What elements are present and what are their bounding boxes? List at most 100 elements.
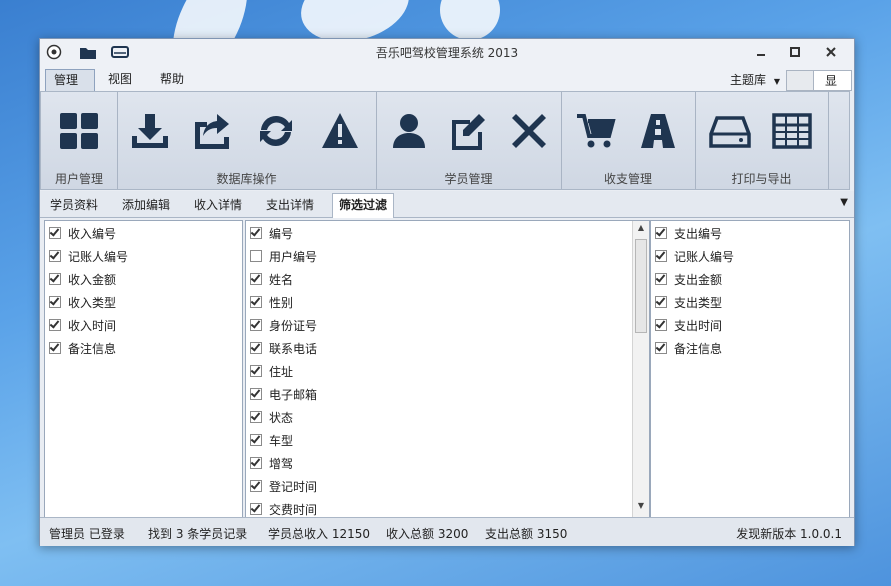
scrollbar[interactable]: ▲ ▼ [632, 221, 649, 517]
list-item[interactable]: 性别 [250, 292, 293, 312]
export-table-button[interactable] [769, 108, 815, 154]
checkbox[interactable] [250, 411, 262, 423]
warning-button[interactable] [317, 108, 363, 154]
maximize-button[interactable] [784, 44, 806, 60]
student-button[interactable] [386, 108, 432, 154]
close-icon [512, 114, 546, 148]
checkbox[interactable] [250, 319, 262, 331]
group-label: 打印与导出 [731, 172, 792, 186]
list-item[interactable]: 备注信息 [655, 338, 722, 358]
group-label: 学员管理 [444, 172, 493, 186]
checkbox[interactable] [250, 388, 262, 400]
checkbox[interactable] [655, 342, 667, 354]
list-item[interactable]: 收入类型 [49, 292, 116, 312]
version-link[interactable]: 发现新版本 1.0.0.1 [736, 525, 842, 542]
checkbox[interactable] [49, 319, 61, 331]
road-button[interactable] [635, 108, 681, 154]
list-item[interactable]: 车型 [250, 430, 293, 450]
checkbox[interactable] [250, 503, 262, 515]
list-item-label: 用户编号 [269, 249, 318, 264]
checkbox[interactable] [250, 227, 262, 239]
list-item-label: 备注信息 [674, 341, 723, 356]
list-item[interactable]: 交费时间 [250, 499, 317, 517]
scroll-thumb[interactable] [635, 239, 647, 333]
checkbox[interactable] [655, 319, 667, 331]
edit-student-button[interactable] [446, 108, 492, 154]
checkbox[interactable] [49, 273, 61, 285]
checkbox[interactable] [655, 273, 667, 285]
list-item[interactable]: 姓名 [250, 269, 293, 289]
list-item[interactable]: 住址 [250, 361, 293, 381]
tab-income-detail[interactable]: 收入详情 [188, 195, 248, 217]
warning-icon [322, 113, 358, 148]
list-item[interactable]: 增驾 [250, 453, 293, 473]
checkbox[interactable] [250, 457, 262, 469]
list-item[interactable]: 记账人编号 [49, 246, 128, 266]
menu-tab-view[interactable]: 视图 [100, 69, 140, 91]
menu-tab-manage[interactable]: 管理 [45, 69, 95, 92]
checkbox[interactable] [250, 480, 262, 492]
checkbox[interactable] [250, 434, 262, 446]
checkbox[interactable] [250, 296, 262, 308]
refresh-button[interactable] [253, 108, 299, 154]
list-item[interactable]: 收入时间 [49, 315, 116, 335]
checkbox[interactable] [49, 227, 61, 239]
income-total: 收入总额 3200 [386, 527, 469, 541]
checkbox[interactable] [250, 365, 262, 377]
list-item[interactable]: 状态 [250, 407, 293, 427]
download-icon [132, 114, 168, 148]
menu-tab-help[interactable]: 帮助 [152, 69, 192, 91]
list-item[interactable]: 联系电话 [250, 338, 317, 358]
checkbox[interactable] [49, 342, 61, 354]
list-item[interactable]: 编号 [250, 223, 293, 243]
checkbox[interactable] [250, 250, 262, 262]
tab-expense-detail[interactable]: 支出详情 [260, 195, 320, 217]
checkbox[interactable] [49, 296, 61, 308]
drive-icon [709, 116, 751, 148]
list-item[interactable]: 用户编号 [250, 246, 317, 266]
list-item[interactable]: 支出类型 [655, 292, 722, 312]
theme-dropdown[interactable]: 主题库 ▼ [730, 71, 780, 88]
delete-student-button[interactable] [506, 108, 552, 154]
checkbox[interactable] [250, 342, 262, 354]
tab-add-edit[interactable]: 添加编辑 [116, 195, 176, 217]
checkbox[interactable] [49, 250, 61, 262]
list-item[interactable]: 登记时间 [250, 476, 317, 496]
list-item[interactable]: 备注信息 [49, 338, 116, 358]
checkbox[interactable] [655, 296, 667, 308]
chevron-down-icon[interactable]: ▼ [840, 197, 848, 208]
list-item-label: 身份证号 [269, 318, 318, 333]
print-button[interactable] [707, 108, 753, 154]
user-management-button[interactable] [56, 108, 102, 154]
ribbon-group-user: 用户管理 [41, 92, 118, 189]
checkbox[interactable] [655, 250, 667, 262]
list-item[interactable]: 记账人编号 [655, 246, 734, 266]
list-item[interactable]: 电子邮箱 [250, 384, 317, 404]
background-petal [440, 0, 500, 40]
close-window-button[interactable] [820, 44, 842, 60]
sub-tabs: 学员资料 添加编辑 收入详情 支出详情 筛选过滤 ▼ [40, 191, 854, 218]
checkbox[interactable] [250, 273, 262, 285]
scroll-up-icon[interactable]: ▲ [633, 223, 649, 237]
tab-filter[interactable]: 筛选过滤 [332, 193, 395, 218]
list-item[interactable]: 支出编号 [655, 223, 722, 243]
list-item[interactable]: 收入编号 [49, 223, 116, 243]
list-item[interactable]: 支出时间 [655, 315, 722, 335]
list-item-label: 备注信息 [68, 341, 117, 356]
list-item-label: 支出金额 [674, 272, 723, 287]
list-item[interactable]: 支出金额 [655, 269, 722, 289]
tab-student-info[interactable]: 学员资料 [44, 195, 104, 217]
list-item[interactable]: 身份证号 [250, 315, 317, 335]
import-button[interactable] [127, 108, 173, 154]
toggle-knob [787, 71, 814, 90]
list-item[interactable]: 收入金额 [49, 269, 116, 289]
list-item-label: 支出类型 [674, 295, 723, 310]
export-button[interactable] [189, 108, 235, 154]
window-title: 吾乐吧驾校管理系统 2013 [375, 46, 519, 60]
scroll-down-icon[interactable]: ▼ [633, 501, 649, 515]
checkbox[interactable] [655, 227, 667, 239]
main-window: 吾乐吧驾校管理系统 2013 管理 视图 帮助 主题库 ▼ 显 用户管理 数据库… [39, 38, 855, 546]
minimize-button[interactable] [750, 44, 772, 60]
cart-button[interactable] [573, 108, 619, 154]
theme-toggle[interactable]: 显 [786, 70, 852, 91]
